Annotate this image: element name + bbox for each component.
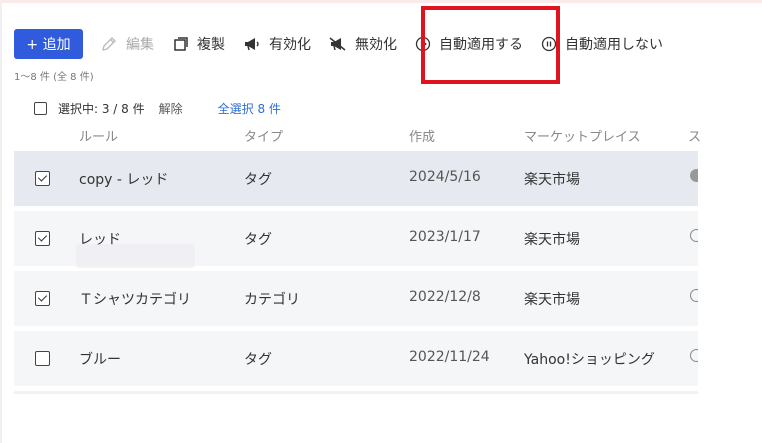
disable-label: 無効化 <box>355 37 397 53</box>
duplicate-button[interactable]: 複製 <box>172 34 225 54</box>
duplicate-label: 複製 <box>197 37 225 53</box>
created-date: 2024/5/16 <box>409 169 481 185</box>
marketplace: Yahoo!ショッピング <box>524 352 655 368</box>
marketplace: 楽天市場 <box>524 232 580 248</box>
header-created[interactable]: 作成 <box>409 126 435 145</box>
row-checkbox[interactable] <box>35 231 50 246</box>
left-border <box>0 0 2 443</box>
no-auto-apply-label: 自動適用しない <box>565 37 663 53</box>
edit-label: 編集 <box>126 37 154 53</box>
header-status[interactable]: ス <box>688 126 701 145</box>
select-all-link[interactable]: 全選択 8 件 <box>218 100 281 117</box>
megaphone-off-icon <box>329 37 346 51</box>
clear-selection-link[interactable]: 解除 <box>159 100 183 117</box>
rule-type: タグ <box>244 352 272 368</box>
result-count: 1～8 件 (全 8 件) <box>14 72 94 83</box>
header-rule[interactable]: ルール <box>79 126 118 145</box>
drag-ghost <box>76 244 195 268</box>
rule-type: タグ <box>244 172 272 188</box>
rule-type: タグ <box>244 232 272 248</box>
edit-button[interactable]: 編集 <box>100 34 154 54</box>
table-header: ルール タイプ 作成 マーケットプレイス ス <box>14 124 701 145</box>
status-toggle[interactable] <box>690 349 698 362</box>
enable-label: 有効化 <box>269 37 311 53</box>
selected-count: 選択中: 3 / 8 件 <box>58 101 145 116</box>
disable-button[interactable]: 無効化 <box>329 34 397 54</box>
highlight-box <box>421 6 560 84</box>
row-checkbox[interactable] <box>35 171 50 186</box>
toolbar: + 追加 編集 複製 有効化 無効化 自動適用する 自動適用しない <box>14 28 681 60</box>
enable-button[interactable]: 有効化 <box>243 34 311 54</box>
rule-type: カテゴリ <box>244 292 300 308</box>
rule-name[interactable]: copy - レッド <box>79 169 168 189</box>
status-toggle[interactable] <box>690 289 698 302</box>
top-border <box>0 0 762 3</box>
header-marketplace[interactable]: マーケットプレイス <box>524 126 641 145</box>
copy-icon <box>174 36 188 51</box>
status-toggle[interactable] <box>690 169 698 182</box>
add-button[interactable]: + 追加 <box>14 29 83 59</box>
pencil-icon <box>102 37 116 51</box>
row-checkbox[interactable] <box>35 291 50 306</box>
header-type[interactable]: タイプ <box>244 126 283 145</box>
marketplace: 楽天市場 <box>524 172 580 188</box>
table-row[interactable]: copy - レッド タグ 2024/5/16 楽天市場 <box>14 151 698 206</box>
table-body: copy - レッド タグ 2024/5/16 楽天市場 レッド タグ 2023… <box>14 151 698 394</box>
rule-name[interactable]: Ｔシャツカテゴリ <box>79 289 191 309</box>
table-row[interactable]: ブルー タグ 2022/11/24 Yahoo!ショッピング <box>14 331 698 386</box>
created-date: 2022/12/8 <box>409 289 481 305</box>
table-row[interactable]: Ｔシャツカテゴリ カテゴリ 2022/12/8 楽天市場 <box>14 271 698 326</box>
marketplace: 楽天市場 <box>524 292 580 308</box>
selection-bar: 選択中: 3 / 8 件 解除 全選択 8 件 <box>34 98 281 118</box>
created-date: 2022/11/24 <box>409 349 490 365</box>
status-toggle[interactable] <box>690 229 698 242</box>
created-date: 2023/1/17 <box>409 229 481 245</box>
select-all-checkbox[interactable] <box>34 101 47 115</box>
next-row-edge <box>14 391 698 394</box>
megaphone-icon <box>245 38 259 51</box>
rule-name[interactable]: ブルー <box>79 349 121 369</box>
row-checkbox[interactable] <box>35 351 50 366</box>
